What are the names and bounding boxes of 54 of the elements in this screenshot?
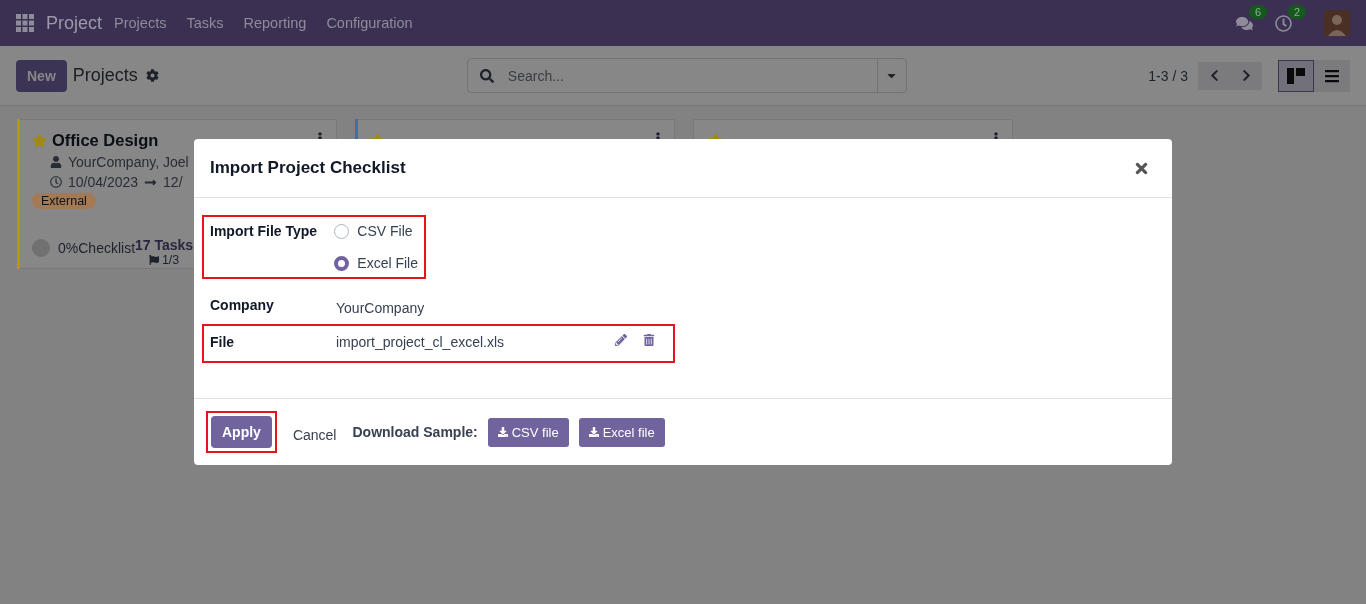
chat-icon[interactable] xyxy=(1236,14,1253,32)
radio-label[interactable]: Excel File xyxy=(357,255,418,271)
list-view-button[interactable] xyxy=(1314,59,1350,92)
company-value: YourCompany xyxy=(336,300,426,316)
previous-button[interactable] xyxy=(1198,61,1230,90)
list-icon xyxy=(1324,67,1340,84)
field-label: Import File Type xyxy=(210,223,319,241)
radio-label[interactable]: CSV File xyxy=(357,223,413,239)
project-title: Office Design xyxy=(52,130,159,150)
checklist-text: Checklist xyxy=(78,240,136,256)
download-sample-button[interactable]: Excel file xyxy=(578,417,665,447)
clock-icon xyxy=(50,176,62,188)
menu-item[interactable]: Projects xyxy=(114,15,167,31)
activity-count: 2 xyxy=(1287,4,1306,19)
settings-icon[interactable] xyxy=(145,69,159,82)
star-icon[interactable] xyxy=(32,132,47,148)
start-date: 10/04/2023 xyxy=(68,174,139,190)
edit-icon[interactable] xyxy=(615,334,627,346)
field-label: Company xyxy=(210,297,275,315)
page-title: Projects xyxy=(72,65,138,86)
search-bar[interactable]: Search... xyxy=(466,58,907,93)
download-icon xyxy=(497,427,508,437)
menu-item[interactable]: Configuration xyxy=(326,15,413,31)
delete-icon[interactable] xyxy=(643,334,655,346)
milestone-count: 1/3 xyxy=(161,253,180,267)
field-label: File xyxy=(210,334,236,350)
app-grid-icon[interactable] xyxy=(16,14,34,32)
download-icon xyxy=(588,427,599,437)
radio-button[interactable] xyxy=(334,223,350,239)
kanban-view-button[interactable] xyxy=(1278,59,1314,92)
clock-icon[interactable] xyxy=(1275,14,1292,32)
app-name[interactable]: Project xyxy=(46,12,103,34)
file-name: import_project_cl_excel.xls xyxy=(336,334,506,350)
chat-count: 6 xyxy=(1248,4,1267,19)
progress-text: 0% xyxy=(58,240,79,256)
new-button[interactable]: New xyxy=(16,59,67,92)
kanban-icon xyxy=(1287,67,1305,84)
search-icon xyxy=(479,68,494,83)
menu-item[interactable]: Tasks xyxy=(186,15,224,31)
tag: External xyxy=(32,193,96,209)
task-count[interactable]: 17 Tasks xyxy=(135,237,194,253)
radio-button[interactable] xyxy=(334,255,350,271)
next-button[interactable] xyxy=(1230,61,1262,90)
cancel-button[interactable]: Cancel xyxy=(286,426,343,444)
pager-value: 1-3 / 3 xyxy=(1148,67,1188,84)
menu-item[interactable]: Reporting xyxy=(243,15,307,31)
download-label: Download Sample: xyxy=(352,424,478,440)
download-sample-button[interactable]: CSV file xyxy=(487,417,569,447)
flag-icon xyxy=(148,255,159,265)
user-icon xyxy=(50,156,62,168)
owner-text: YourCompany, Joel xyxy=(68,154,189,170)
search-field[interactable]: Search... xyxy=(505,59,877,92)
end-date: 12/ xyxy=(163,174,183,190)
apply-button[interactable]: Apply xyxy=(211,416,272,448)
